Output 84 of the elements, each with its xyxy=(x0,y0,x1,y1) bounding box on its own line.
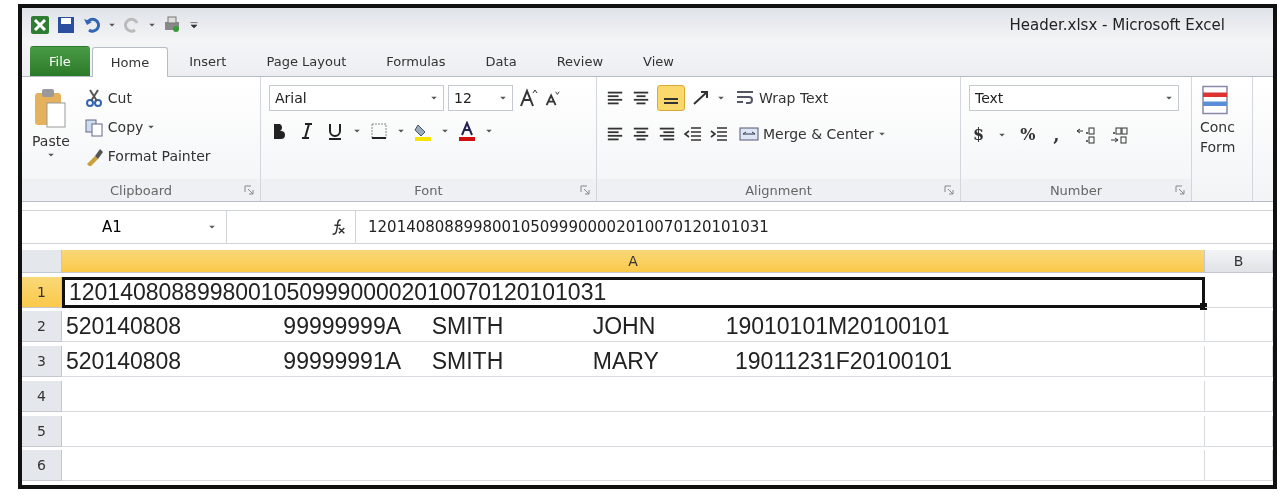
dropdown-caret-icon[interactable] xyxy=(108,21,116,29)
ribbon-tab[interactable]: View xyxy=(624,46,693,76)
fill-handle[interactable] xyxy=(1200,302,1207,310)
comma-button[interactable]: , xyxy=(1049,121,1064,148)
row-header[interactable]: 6 xyxy=(22,450,62,482)
number-format-dropdown[interactable]: Text xyxy=(969,85,1179,111)
text-orientation-icon[interactable] xyxy=(691,88,711,108)
spreadsheet-app-icon[interactable] xyxy=(30,15,50,35)
row-header[interactable]: 1 xyxy=(22,276,62,308)
decrease-indent-icon[interactable] xyxy=(683,124,703,144)
empty-cell xyxy=(1205,311,1273,343)
font-size-dropdown[interactable]: 12 xyxy=(448,85,513,111)
align-top-icon[interactable] xyxy=(605,89,625,107)
ribbon-tab[interactable]: Data xyxy=(466,46,536,76)
align-left-icon[interactable] xyxy=(605,125,625,143)
dropdown-caret-icon[interactable] xyxy=(441,127,449,135)
group-label: Number xyxy=(961,179,1191,201)
dropdown-caret-icon[interactable] xyxy=(877,130,886,138)
ribbon-tab[interactable]: Formulas xyxy=(367,46,465,76)
conditional-formatting-icon[interactable] xyxy=(1200,85,1230,115)
dropdown-caret-icon[interactable] xyxy=(430,94,438,102)
paste-button[interactable]: Paste xyxy=(30,85,72,179)
name-box[interactable]: A1 xyxy=(22,211,227,243)
dropdown-caret-icon[interactable] xyxy=(353,127,361,135)
align-center-icon[interactable] xyxy=(631,125,651,143)
cut-button[interactable]: Cut xyxy=(79,85,215,111)
dialog-launcher-icon[interactable] xyxy=(244,185,254,195)
copy-icon[interactable] xyxy=(83,117,104,137)
ribbon-tab[interactable]: Insert xyxy=(170,46,246,76)
wrap-text-button[interactable]: Wrap Text xyxy=(731,85,833,111)
window-title: Header.xlsx - Microsoft Excel xyxy=(1009,16,1225,34)
ribbon-tab[interactable]: Page Layout xyxy=(247,46,366,76)
copy-button[interactable]: Copy xyxy=(79,114,215,140)
row-header[interactable]: 3 xyxy=(22,346,62,378)
merge-cells-icon[interactable] xyxy=(739,124,759,144)
file-tab[interactable]: File xyxy=(30,46,90,76)
empty-cell xyxy=(1205,380,1273,412)
align-middle-icon[interactable] xyxy=(631,89,651,107)
row-header[interactable]: 4 xyxy=(22,380,62,412)
dropdown-caret-icon[interactable] xyxy=(485,127,493,135)
table-cell: 520140808 99999999A SMITH JOHN 19010101M20100101 xyxy=(62,311,1205,343)
column-header[interactable]: A xyxy=(62,250,1205,273)
format-painter-button[interactable]: Format Painter xyxy=(79,143,215,169)
percent-button[interactable]: % xyxy=(1016,122,1040,147)
print-preview-icon[interactable] xyxy=(162,15,182,35)
dialog-launcher-icon[interactable] xyxy=(1175,185,1185,195)
dropdown-caret-icon[interactable] xyxy=(148,21,156,29)
ribbon-tab[interactable]: Review xyxy=(537,46,623,76)
clipboard-icon xyxy=(32,87,69,131)
dialog-launcher-icon[interactable] xyxy=(580,185,590,195)
grow-font-icon[interactable] xyxy=(517,88,539,108)
conditional-formatting-label[interactable]: Conc Form xyxy=(1200,117,1236,157)
dropdown-caret-icon[interactable] xyxy=(1165,94,1173,102)
group-label: Alignment xyxy=(597,179,960,201)
dropdown-caret-icon[interactable] xyxy=(397,127,405,135)
merge-center-button[interactable]: Merge & Center xyxy=(735,121,890,147)
scissors-icon[interactable] xyxy=(83,88,104,108)
ribbon-tab[interactable]: Home xyxy=(91,47,169,77)
empty-cell xyxy=(1205,450,1273,482)
group-label: Clipboard xyxy=(22,179,260,201)
font-color-icon[interactable] xyxy=(457,121,477,141)
dropdown-caret-icon[interactable] xyxy=(147,123,156,131)
row-header[interactable]: 5 xyxy=(22,415,62,447)
table-cell: 120140808899800105099900002010070120101031 xyxy=(62,276,1205,308)
borders-icon[interactable] xyxy=(369,121,389,141)
column-header[interactable]: B xyxy=(1205,250,1273,273)
empty-cell xyxy=(1205,276,1273,308)
table-cell: 520140808 99999991A SMITH MARY 19011231F20100101 xyxy=(62,346,1205,378)
align-right-icon[interactable] xyxy=(657,125,677,143)
formula-input[interactable]: 120140808899800105099900002010070120101031 xyxy=(356,218,769,236)
save-icon[interactable] xyxy=(56,15,76,35)
empty-cell xyxy=(1205,415,1273,447)
currency-button[interactable]: $ xyxy=(969,122,989,147)
dialog-launcher-icon[interactable] xyxy=(944,185,954,195)
dropdown-caret-icon[interactable] xyxy=(717,94,725,102)
empty-cell xyxy=(1205,346,1273,378)
dropdown-caret-icon[interactable] xyxy=(208,223,216,231)
increase-indent-icon[interactable] xyxy=(709,124,729,144)
font-name-dropdown[interactable]: Arial xyxy=(269,85,444,111)
row-header[interactable]: 2 xyxy=(22,311,62,343)
undo-icon[interactable] xyxy=(82,15,102,35)
dropdown-caret-icon[interactable] xyxy=(499,94,507,102)
dropdown-caret-icon[interactable] xyxy=(46,151,55,159)
group-label: Font xyxy=(261,179,596,201)
